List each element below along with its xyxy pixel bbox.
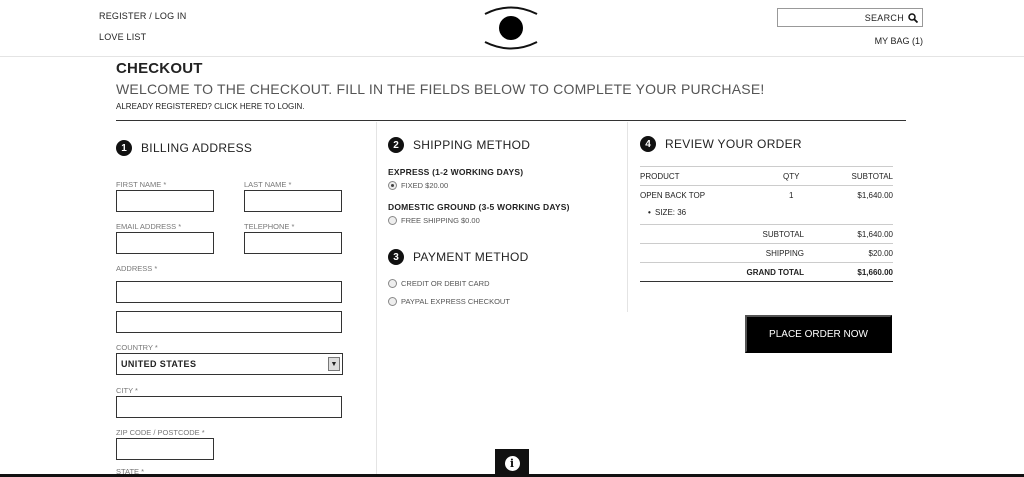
grand-total-value: $1,660.00 — [857, 268, 893, 277]
product-option: SIZE: 36 — [655, 208, 687, 217]
address-line1-field[interactable] — [116, 281, 342, 303]
zip-label: ZIP CODE / POSTCODE * — [116, 428, 205, 437]
shipping-title: SHIPPING METHOD — [413, 138, 531, 152]
page-title: CHECKOUT — [116, 60, 203, 77]
column-header-product: PRODUCT — [640, 172, 680, 181]
payment-option-card[interactable]: CREDIT OR DEBIT CARD — [388, 279, 489, 288]
review-heading: 4 REVIEW YOUR ORDER — [640, 136, 802, 152]
site-header: REGISTER / LOG IN LOVE LIST SEARCH MY BA… — [0, 0, 1024, 57]
shipping-value: $20.00 — [868, 249, 893, 258]
email-field[interactable] — [116, 232, 214, 254]
address-line2-field[interactable] — [116, 311, 342, 333]
column-divider — [627, 122, 628, 312]
zip-field[interactable] — [116, 438, 214, 460]
first-name-field[interactable] — [116, 190, 214, 212]
search-box[interactable]: SEARCH — [777, 8, 923, 27]
shipping-option-express[interactable]: FIXED $20.00 — [388, 181, 448, 190]
info-icon: i — [504, 455, 520, 471]
country-select[interactable]: UNITED STATES ▼ — [116, 353, 343, 375]
product-name: OPEN BACK TOP — [640, 191, 706, 200]
payment-option-label: CREDIT OR DEBIT CARD — [401, 279, 490, 288]
country-value: UNITED STATES — [121, 359, 197, 369]
city-label: CITY * — [116, 386, 138, 395]
search-label: SEARCH — [864, 12, 904, 23]
payment-option-label: PAYPAL EXPRESS CHECKOUT — [401, 297, 510, 306]
address-label: ADDRESS * — [116, 264, 158, 273]
shipping-heading: 2 SHIPPING METHOD — [388, 137, 530, 153]
table-divider — [640, 262, 893, 263]
billing-title: BILLING ADDRESS — [141, 141, 253, 155]
my-bag-link[interactable]: MY BAG (1) — [875, 36, 923, 46]
payment-heading: 3 PAYMENT METHOD — [388, 249, 529, 265]
subtotal-label: SUBTOTAL — [762, 230, 805, 239]
country-label: COUNTRY * — [116, 343, 158, 352]
subtotal-value: $1,640.00 — [857, 230, 893, 239]
billing-heading: 1 BILLING ADDRESS — [116, 140, 252, 156]
info-button[interactable]: i — [495, 449, 529, 477]
bullet-icon: • — [648, 208, 651, 217]
shipping-label: SHIPPING — [765, 249, 804, 258]
shipping-option-ground[interactable]: FREE SHIPPING $0.00 — [388, 216, 480, 225]
radio-button[interactable] — [388, 297, 397, 306]
email-label: EMAIL ADDRESS * — [116, 222, 182, 231]
table-divider — [640, 224, 893, 225]
radio-button[interactable] — [388, 216, 397, 225]
welcome-text: WELCOME TO THE CHECKOUT. FILL IN THE FIE… — [116, 81, 765, 97]
register-login-link[interactable]: REGISTER / LOG IN — [99, 11, 186, 21]
shipping-option-label: FIXED $20.00 — [401, 181, 449, 190]
product-qty: 1 — [789, 191, 794, 200]
search-icon[interactable] — [908, 12, 918, 23]
login-link[interactable]: ALREADY REGISTERED? CLICK HERE TO LOGIN. — [116, 102, 305, 111]
step-number: 1 — [116, 140, 132, 156]
telephone-field[interactable] — [244, 232, 342, 254]
last-name-field[interactable] — [244, 190, 342, 212]
shipping-option-label: FREE SHIPPING $0.00 — [401, 216, 480, 225]
column-header-subtotal: SUBTOTAL — [851, 172, 894, 181]
step-number: 2 — [388, 137, 404, 153]
grand-total-label: GRAND TOTAL — [746, 268, 804, 277]
review-title: REVIEW YOUR ORDER — [665, 137, 802, 151]
radio-button[interactable] — [388, 279, 397, 288]
column-header-qty: QTY — [783, 172, 800, 181]
table-divider — [640, 243, 893, 244]
shipping-option-title: DOMESTIC GROUND (3-5 WORKING DAYS) — [388, 202, 570, 212]
chevron-down-icon[interactable]: ▼ — [328, 357, 340, 371]
table-divider — [640, 166, 893, 167]
product-subtotal: $1,640.00 — [857, 191, 893, 200]
radio-button[interactable] — [388, 181, 397, 190]
section-divider — [116, 120, 906, 121]
payment-title: PAYMENT METHOD — [413, 250, 529, 264]
table-divider — [640, 185, 893, 186]
first-name-label: FIRST NAME * — [116, 180, 167, 189]
eye-logo-icon[interactable] — [482, 3, 540, 53]
payment-option-paypal[interactable]: PAYPAL EXPRESS CHECKOUT — [388, 297, 510, 306]
love-list-link[interactable]: LOVE LIST — [99, 32, 146, 42]
place-order-button[interactable]: PLACE ORDER NOW — [745, 315, 892, 353]
column-divider — [376, 122, 377, 477]
table-divider — [640, 281, 893, 282]
step-number: 3 — [388, 249, 404, 265]
shipping-option-title: EXPRESS (1-2 WORKING DAYS) — [388, 167, 524, 177]
last-name-label: LAST NAME * — [244, 180, 292, 189]
telephone-label: TELEPHONE * — [244, 222, 295, 231]
city-field[interactable] — [116, 396, 342, 418]
step-number: 4 — [640, 136, 656, 152]
